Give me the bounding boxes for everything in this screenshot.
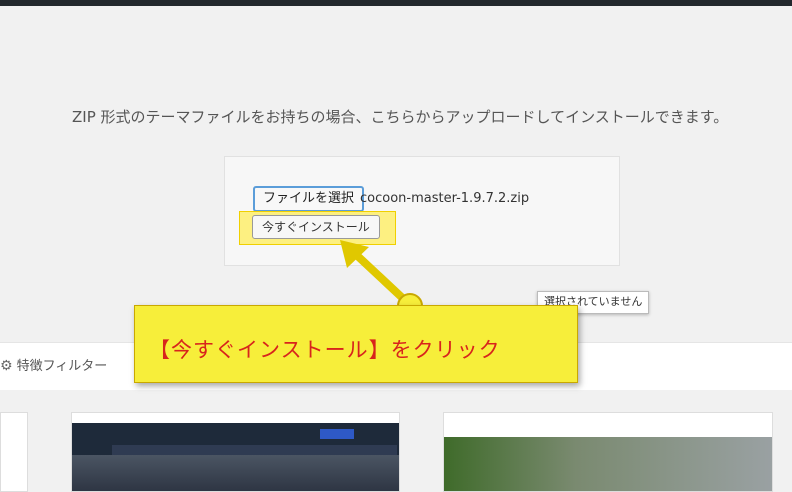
theme-screenshot-photo <box>444 437 772 491</box>
feature-filter-link[interactable]: ⚙ 特徴フィルター <box>0 355 107 374</box>
admin-top-bar <box>0 0 792 6</box>
gear-icon: ⚙ <box>0 358 13 374</box>
feature-filter-label: 特徴フィルター <box>16 359 108 374</box>
theme-screenshot-header <box>444 413 772 438</box>
theme-screenshot-nav <box>112 445 397 455</box>
annotation-callout-text: 【今すぐインストール】をクリック <box>149 338 501 362</box>
theme-screenshot-button <box>320 429 354 439</box>
theme-card[interactable] <box>71 412 400 492</box>
install-now-button[interactable]: 今すぐインストール <box>252 215 380 239</box>
choose-file-button[interactable]: ファイルを選択 <box>253 186 365 212</box>
theme-screenshot-photo <box>72 455 399 491</box>
selected-file-name: cocoon-master-1.9.7.2.zip <box>360 191 530 206</box>
theme-card[interactable] <box>0 412 28 492</box>
annotation-callout: 【今すぐインストール】をクリック <box>134 305 578 383</box>
theme-card[interactable] <box>443 412 773 492</box>
upload-instructions: ZIP 形式のテーマファイルをお持ちの場合、こちらからアップロードしてインストー… <box>72 108 729 126</box>
